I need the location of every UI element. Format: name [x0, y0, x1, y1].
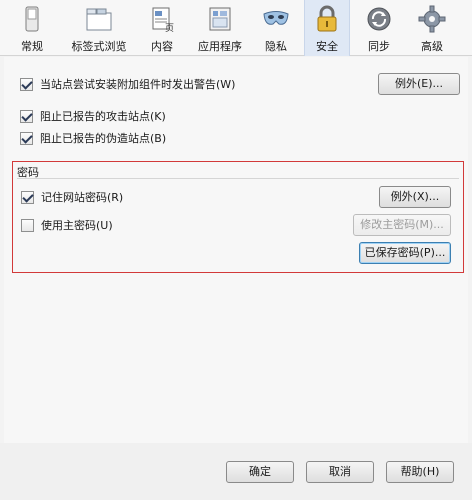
tab-tabbed-browsing[interactable]: 标签式浏览	[62, 0, 136, 56]
tab-label: 安全	[316, 40, 338, 53]
ok-button[interactable]: 确定	[226, 461, 294, 483]
master-password-option[interactable]: 使用主密码(U)	[21, 217, 221, 235]
tab-label: 隐私	[265, 40, 287, 53]
tab-label: 同步	[368, 40, 390, 53]
block-attack-label: 阻止已报告的攻击站点(K)	[40, 110, 166, 123]
tab-security[interactable]: 安全	[304, 0, 350, 56]
tab-privacy[interactable]: 隐私	[254, 0, 298, 56]
block-forgery-option[interactable]: 阻止已报告的伪造站点(B)	[20, 130, 260, 148]
cancel-button[interactable]: 取消	[306, 461, 374, 483]
svg-text:页: 页	[165, 23, 174, 34]
passwords-group: 密码 记住网站密码(R) 例外(X)... 使用主密码(U) 修改主密码(M).…	[12, 161, 464, 273]
warn-addons-checkbox[interactable]	[20, 78, 33, 91]
block-attack-option[interactable]: 阻止已报告的攻击站点(K)	[20, 108, 260, 126]
applications-icon	[209, 7, 231, 31]
preferences-toolbar: 常规 标签式浏览 页 内容 应用程序 隐私 安全 同步 高级	[0, 0, 472, 56]
tab-label: 应用程序	[198, 40, 242, 53]
privacy-mask-icon	[263, 11, 289, 25]
block-forgery-label: 阻止已报告的伪造站点(B)	[40, 132, 167, 145]
remember-passwords-option[interactable]: 记住网站密码(R)	[21, 189, 221, 207]
tab-applications[interactable]: 应用程序	[190, 0, 250, 56]
dialog-footer: 确定 取消 帮助(H)	[0, 443, 472, 500]
block-attack-checkbox[interactable]	[20, 110, 33, 123]
content-icon: 页	[152, 7, 174, 34]
tabs-icon	[86, 8, 112, 31]
warn-addons-label: 当站点尝试安装附加组件时发出警告(W)	[40, 78, 236, 91]
tab-advanced[interactable]: 高级	[408, 0, 456, 56]
warn-addons-option[interactable]: 当站点尝试安装附加组件时发出警告(W)	[20, 76, 360, 94]
tab-sync[interactable]: 同步	[356, 0, 402, 56]
tab-label: 常规	[21, 40, 43, 53]
change-master-password-button[interactable]: 修改主密码(M)...	[353, 214, 451, 236]
remember-passwords-label: 记住网站密码(R)	[41, 191, 124, 204]
saved-passwords-button[interactable]: 已保存密码(P)...	[359, 242, 451, 264]
tab-label: 内容	[151, 40, 173, 53]
addon-exceptions-button[interactable]: 例外(E)...	[378, 73, 460, 95]
lock-icon	[317, 5, 337, 32]
sync-icon	[367, 7, 391, 31]
group-divider	[17, 178, 459, 179]
gear-icon	[418, 5, 446, 33]
master-password-checkbox[interactable]	[21, 219, 34, 232]
help-button[interactable]: 帮助(H)	[386, 461, 454, 483]
password-exceptions-button[interactable]: 例外(X)...	[379, 186, 451, 208]
switch-icon	[25, 6, 39, 32]
tab-content[interactable]: 页 内容	[140, 0, 184, 56]
tab-label: 标签式浏览	[71, 40, 127, 53]
tab-general[interactable]: 常规	[10, 0, 54, 56]
block-forgery-checkbox[interactable]	[20, 132, 33, 145]
security-panel: 当站点尝试安装附加组件时发出警告(W) 例外(E)... 阻止已报告的攻击站点(…	[4, 57, 468, 443]
tab-label: 高级	[421, 40, 443, 53]
remember-passwords-checkbox[interactable]	[21, 191, 34, 204]
master-password-label: 使用主密码(U)	[41, 219, 113, 232]
